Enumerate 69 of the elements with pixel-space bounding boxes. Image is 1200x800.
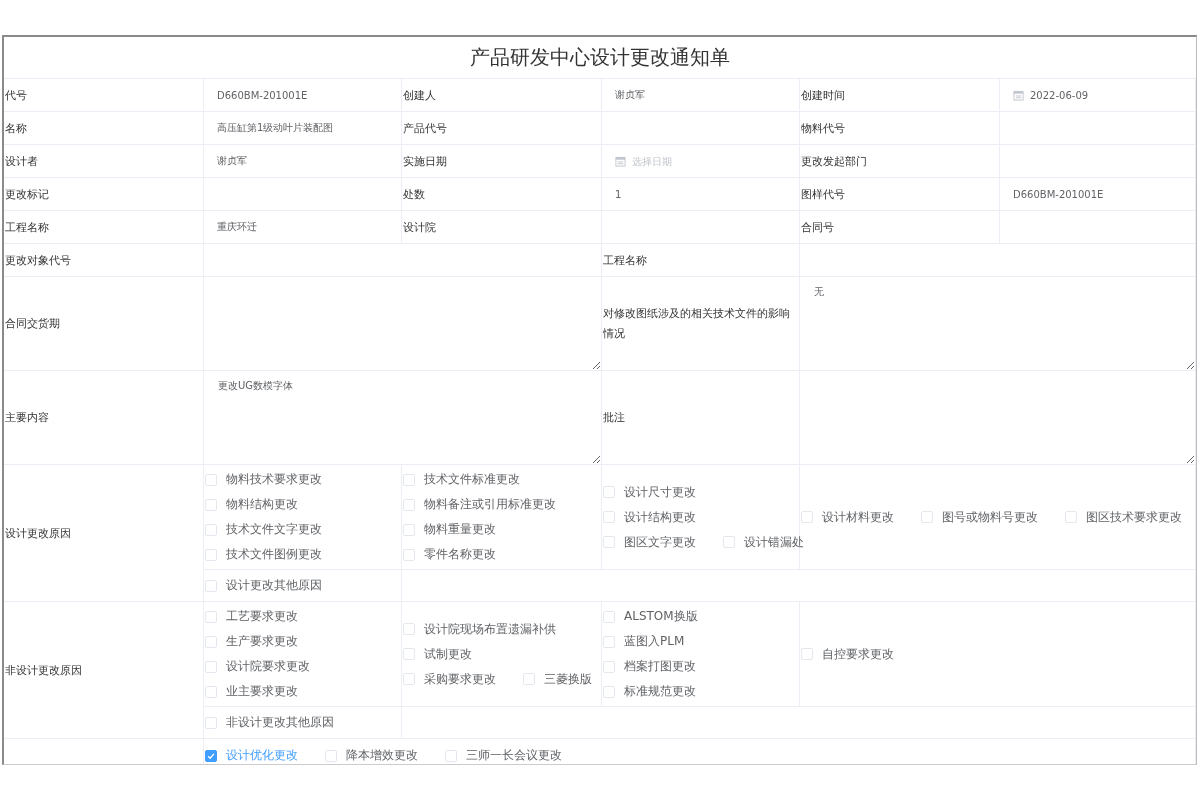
checkbox-option[interactable]: 物料结构更改	[204, 496, 298, 513]
checkbox-option[interactable]: 业主要求更改	[204, 683, 298, 700]
checkbox-option[interactable]: 设计结构更改	[602, 508, 696, 526]
field-label: 物料代号	[801, 120, 845, 136]
checkbox-option[interactable]: 设计院要求更改	[204, 658, 310, 675]
field-label: 更改对象代号	[5, 252, 71, 268]
calendar-icon	[1013, 89, 1024, 101]
field-value: D660BM-201001E	[1013, 188, 1104, 200]
text-area[interactable]: 无	[800, 277, 1195, 370]
field-label: 工程名称	[5, 219, 49, 235]
checkbox-option[interactable]: 技术文件图例更改	[204, 546, 322, 563]
checkbox-option[interactable]: 档案打图更改	[602, 658, 696, 675]
field-label: 名称	[5, 120, 27, 136]
field-label: 创建时间	[801, 87, 845, 103]
checkbox-option[interactable]: 物料备注或引用标准更改	[402, 496, 556, 513]
field-label: 合同号	[801, 219, 834, 235]
field-value: 重庆环迁	[217, 220, 257, 234]
checkbox-option[interactable]: 图区文字更改	[602, 533, 696, 551]
checkbox-option[interactable]: 图区技术要求更改	[1064, 508, 1182, 526]
field-value: D660BM-201001E	[217, 89, 308, 101]
field-label: 更改发起部门	[801, 153, 867, 169]
checkbox-option[interactable]: 三师一长会议更改	[444, 747, 562, 764]
checkbox-option[interactable]: 零件名称更改	[402, 546, 496, 563]
checkbox-option[interactable]: 试制更改	[402, 645, 472, 663]
field-value: 高压缸第1级动叶片装配图	[217, 121, 334, 135]
form-title: 产品研发中心设计更改通知单	[4, 37, 1196, 79]
checkbox-option[interactable]: 工艺要求更改	[204, 608, 298, 625]
checkbox-option[interactable]: 图号或物料号更改	[920, 508, 1038, 526]
checkbox-option[interactable]: 非设计更改其他原因	[204, 714, 334, 731]
section-label: 非设计更改原因	[5, 662, 82, 678]
checkbox-option[interactable]: 设计错漏处	[722, 533, 804, 551]
calendar-icon	[615, 155, 626, 167]
section-label: 设计更改原因	[5, 525, 71, 541]
date-value[interactable]: 2022-06-09	[1030, 89, 1089, 101]
field-label: 处数	[403, 186, 425, 202]
field-label: 产品代号	[403, 120, 447, 136]
field-value: 谢贞军	[615, 88, 645, 102]
field-value: 谢贞军	[217, 154, 247, 168]
checkbox-option[interactable]: 标准规范更改	[602, 683, 696, 700]
field-label: 主要内容	[5, 409, 49, 426]
checkbox-option[interactable]: 技术文件文字更改	[204, 521, 322, 538]
field-label: 创建人	[403, 87, 436, 103]
checkbox-option[interactable]: 物料重量更改	[402, 521, 496, 538]
field-label: 更改标记	[5, 186, 49, 202]
checkbox-option[interactable]: 设计尺寸更改	[602, 483, 696, 501]
field-label: 工程名称	[603, 252, 647, 268]
checkbox-option[interactable]: 三菱换版	[522, 670, 592, 688]
checkbox-option[interactable]: 设计材料更改	[800, 508, 894, 526]
checkbox-option[interactable]: 自控要求更改	[800, 645, 894, 663]
checkbox-option[interactable]: 物料技术要求更改	[204, 471, 322, 488]
field-label: 对修改图纸涉及的相关技术文件的影响情况	[603, 305, 791, 342]
checkbox-option[interactable]: 降本增效更改	[324, 747, 418, 764]
checkbox-option[interactable]: 蓝图入PLM	[602, 633, 685, 650]
field-label: 实施日期	[403, 153, 447, 169]
field-label: 批注	[603, 409, 625, 426]
checkbox-option[interactable]: ALSTOM换版	[602, 608, 698, 625]
checkbox-option[interactable]: 技术文件标准更改	[402, 471, 520, 488]
checkbox[interactable]	[205, 749, 217, 762]
field-label: 设计者	[5, 153, 38, 169]
field-label: 图样代号	[801, 186, 845, 202]
checkbox-option[interactable]: 设计更改其他原因	[204, 577, 322, 594]
checkbox-option[interactable]: 采购要求更改	[402, 670, 496, 688]
text-area[interactable]: 更改UG数模字体	[204, 371, 601, 464]
field-label: 设计院	[403, 219, 436, 235]
field-label: 合同交货期	[5, 315, 60, 332]
field-label: 代号	[5, 87, 27, 103]
checkbox-option[interactable]: 生产要求更改	[204, 633, 298, 650]
field-value: 1	[615, 188, 622, 200]
checkbox-option[interactable]: 设计院现场布置遗漏补供	[402, 620, 556, 638]
